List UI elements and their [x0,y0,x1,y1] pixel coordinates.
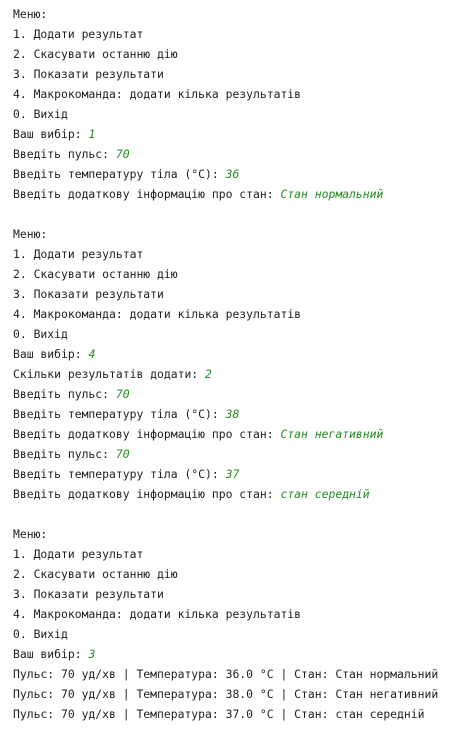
output-line: 3. Показати результати [13,67,164,81]
prompt-line: Ваш вибір: 4 [13,344,461,364]
prompt-line: Введіть додаткову інформацію про стан: С… [13,184,461,204]
user-input-value: 2 [205,367,212,381]
output-line: Пульс: 70 уд/хв | Температура: 38.0 °C |… [13,687,439,701]
user-input-value: 70 [115,447,130,461]
output-line: 1. Додати результат [13,27,144,41]
output-line: 0. Вихід [13,107,68,121]
prompt-text: Ваш вибір: [13,127,89,141]
prompt-line: Введіть пульс: 70 [13,444,461,464]
prompt-text: Введіть пульс: [13,447,116,461]
user-input-value: Стан нормальний [280,187,384,201]
output-line: 4. Макрокоманда: додати кілька результат… [13,307,302,321]
output-line: 1. Додати результат [13,547,144,561]
output-line: Пульс: 70 уд/хв | Температура: 37.0 °C |… [13,707,425,721]
output-line: 3. Показати результати [13,587,164,601]
output-line: 0. Вихід [13,627,68,641]
prompt-text: Введіть додаткову інформацію про стан: [13,427,281,441]
user-input-value: 70 [115,147,130,161]
prompt-text: Ваш вибір: [13,647,89,661]
prompt-line: Скільки результатів додати: 2 [13,364,461,384]
user-input-value: 36 [225,167,240,181]
prompt-text: Ваш вибір: [13,347,89,361]
output-line: Меню: [13,7,48,21]
output-line: 2. Скасувати останню дію [13,567,178,581]
prompt-text: Введіть температуру тіла (°C): [13,167,226,181]
prompt-text: Введіть додаткову інформацію про стан: [13,487,281,501]
output-line: Меню: [13,227,48,241]
output-line: 2. Скасувати останню дію [13,47,178,61]
console-output: Меню: 1. Додати результат 2. Скасувати ост… [0,0,461,730]
user-input-value: Стан негативний [280,427,384,441]
user-input-value: 38 [225,407,240,421]
prompt-text: Введіть температуру тіла (°C): [13,407,226,421]
output-line: 4. Макрокоманда: додати кілька результат… [13,607,302,621]
prompt-line: Ваш вибір: 1 [13,124,461,144]
prompt-line: Ваш вибір: 3 [13,644,461,664]
output-line: Меню: [13,527,48,541]
prompt-text: Скільки результатів додати: [13,367,206,381]
user-input-value: 4 [88,347,96,361]
user-input-value: 37 [225,467,240,481]
output-line: 3. Показати результати [13,287,164,301]
output-line: 2. Скасувати останню дію [13,267,178,281]
user-input-value: 1 [88,127,96,141]
prompt-text: Введіть температуру тіла (°C): [13,467,226,481]
prompt-line: Введіть пульс: 70 [13,384,461,404]
prompt-line: Введіть температуру тіла (°C): 38 [13,404,461,424]
prompt-text: Введіть пульс: [13,387,116,401]
prompt-line: Введіть температуру тіла (°C): 36 [13,164,461,184]
output-line: 1. Додати результат [13,247,144,261]
prompt-line: Введіть температуру тіла (°C): 37 [13,464,461,484]
user-input-value: 3 [88,647,96,661]
prompt-line: Введіть пульс: 70 [13,144,461,164]
prompt-text: Введіть додаткову інформацію про стан: [13,187,281,201]
prompt-line: Введіть додаткову інформацію про стан: с… [13,484,461,504]
output-line: Пульс: 70 уд/хв | Температура: 36.0 °C |… [13,667,439,681]
output-line: 0. Вихід [13,327,68,341]
prompt-line: Введіть додаткову інформацію про стан: С… [13,424,461,444]
user-input-value: 70 [115,387,130,401]
output-line: 4. Макрокоманда: додати кілька результат… [13,87,302,101]
user-input-value: стан середній [280,487,370,501]
prompt-text: Введіть пульс: [13,147,116,161]
